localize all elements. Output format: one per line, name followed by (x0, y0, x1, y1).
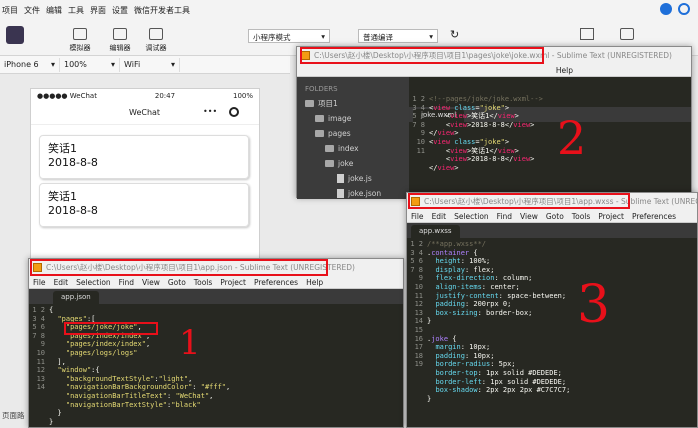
line-gutter: 1 2 3 4 5 6 7 8 9 10 11 (412, 95, 425, 155)
annotation-number: 2 (557, 111, 587, 165)
annotation-number: 1 (179, 323, 201, 363)
menu-edit[interactable]: 编辑 (46, 5, 62, 16)
menu-goto[interactable]: Goto (546, 212, 564, 221)
main-menubar: 项目 文件 编辑 工具 界面 设置 微信开发者工具 (0, 0, 698, 20)
sublime-window-app-wxss: C:\Users\赵小楼\Desktop\小程序项目\项目1\app.wxss … (406, 192, 698, 428)
code-editor-app-wxss[interactable]: 1 2 3 4 5 6 7 8 9 10 11 12 13 14 15 16 1… (407, 238, 697, 403)
tree-folder[interactable]: 项目1 (305, 96, 409, 111)
menu-view[interactable]: View (142, 278, 160, 287)
folder-icon (315, 115, 324, 122)
debug-icon (149, 28, 163, 40)
code-lines: <!--pages/joke/joke.wxml--> <view class=… (429, 95, 543, 172)
joke-card: 笑话1 2018-8-8 (39, 183, 249, 227)
tree-folder[interactable]: joke (305, 156, 409, 171)
menu-preferences[interactable]: Preferences (632, 212, 676, 221)
sublime-window-app-json: C:\Users\赵小楼\Desktop\小程序项目\项目1\app.json … (28, 258, 404, 428)
highlight-box (408, 193, 630, 209)
editor-button[interactable]: 编辑器 (102, 20, 138, 56)
menu-wechat-devtools[interactable]: 微信开发者工具 (134, 5, 190, 16)
line-gutter: 1 2 3 4 5 6 7 8 9 10 11 12 13 14 15 16 1… (410, 240, 423, 369)
tab-app-wxss[interactable]: app.wxss (411, 225, 460, 238)
folder-sidebar: FOLDERS 项目1 image pages index joke joke.… (297, 77, 409, 199)
device-select[interactable]: iPhone 6 ▾ (0, 57, 60, 72)
menu-tools[interactable]: 工具 (68, 5, 84, 16)
menu-file[interactable]: 文件 (24, 5, 40, 16)
tab-bar: app.wxss (407, 223, 697, 238)
menu-tools[interactable]: Tools (572, 212, 590, 221)
menu-edit[interactable]: Edit (432, 212, 447, 221)
window-control-icon[interactable] (678, 3, 690, 15)
tree-file[interactable]: joke.js (305, 171, 409, 186)
highlight-box (30, 259, 328, 276)
code-editor-wxml[interactable]: 1 2 3 4 5 6 7 8 9 10 11 <!--pages/joke/j… (409, 95, 691, 172)
highlight-box (300, 47, 544, 64)
more-icon[interactable]: ••• (203, 107, 217, 116)
nav-title: WeChat (129, 108, 161, 117)
tree-folder[interactable]: image (305, 111, 409, 126)
menu-view[interactable]: View (520, 212, 538, 221)
folders-header: FOLDERS (305, 84, 338, 93)
network-select[interactable]: WiFi ▾ (120, 57, 180, 72)
menu-view[interactable]: 界面 (90, 5, 106, 16)
phone-icon (73, 28, 87, 40)
mode-select[interactable]: 小程序模式 ▾ (248, 29, 330, 43)
menu-file[interactable]: File (33, 278, 46, 287)
menu-help[interactable]: Help (306, 278, 323, 287)
menu-selection[interactable]: Selection (454, 212, 489, 221)
folder-icon (315, 130, 324, 137)
tree-folder[interactable]: pages (305, 126, 409, 141)
tree-file[interactable]: joke.json (305, 186, 409, 201)
joke-date: 2018-8-8 (48, 204, 98, 217)
file-icon (337, 174, 344, 183)
menu-project[interactable]: Project (598, 212, 624, 221)
simulator-button[interactable]: 模拟器 (62, 20, 98, 56)
annotation-number: 3 (577, 275, 611, 335)
user-avatar[interactable] (6, 26, 24, 44)
menu-selection[interactable]: Selection (76, 278, 111, 287)
clock-label: 20:47 (154, 92, 176, 100)
joke-card: 笑话1 2018-8-8 (39, 135, 249, 179)
battery-label: 100% (232, 92, 253, 100)
joke-title: 笑话1 (48, 142, 77, 155)
menu-goto[interactable]: Goto (168, 278, 186, 287)
menu-project[interactable]: 项目 (2, 5, 18, 16)
device-bar: iPhone 6 ▾ 100% ▾ WiFi ▾ (0, 56, 290, 74)
menu-find[interactable]: Find (497, 212, 512, 221)
menu-project[interactable]: Project (220, 278, 246, 287)
compile-select[interactable]: 普通编译 ▾ (358, 29, 438, 43)
tab-bar: app.json (29, 289, 403, 304)
clear-cache-icon[interactable] (620, 28, 634, 40)
line-gutter: 1 2 3 4 5 6 7 8 9 10 11 12 13 14 (32, 306, 45, 392)
menu-preferences[interactable]: Preferences (254, 278, 298, 287)
window-menubar: Help (297, 64, 691, 77)
joke-title: 笑话1 (48, 190, 77, 203)
tab-app-json[interactable]: app.json (53, 291, 99, 304)
code-icon (113, 28, 127, 40)
folder-icon (305, 100, 314, 107)
folder-icon (325, 160, 334, 167)
carrier-label: ●●●●● WeChat (37, 92, 97, 100)
upload-icon[interactable] (580, 28, 594, 40)
app-logo-icon (660, 3, 672, 15)
refresh-icon[interactable]: ↻ (450, 28, 459, 41)
zoom-select[interactable]: 100% ▾ (60, 57, 120, 72)
debugger-button[interactable]: 调试器 (138, 20, 174, 56)
window-menubar: File Edit Selection Find View Goto Tools… (407, 210, 697, 223)
menu-settings[interactable]: 设置 (112, 5, 128, 16)
joke-date: 2018-8-8 (48, 156, 98, 169)
sublime-window-wxml: C:\Users\赵小楼\Desktop\小程序项目\项目1\pages\jok… (296, 46, 692, 199)
tree-folder[interactable]: index (305, 141, 409, 156)
status-label: 页面路 (2, 411, 25, 420)
file-icon (337, 189, 344, 198)
menu-tools[interactable]: Tools (194, 278, 212, 287)
window-menubar: File Edit Selection Find View Goto Tools… (29, 276, 403, 289)
folder-icon (325, 145, 334, 152)
menu-file[interactable]: File (411, 212, 424, 221)
close-capsule-icon[interactable] (229, 107, 239, 117)
menu-find[interactable]: Find (119, 278, 134, 287)
menu-help[interactable]: Help (556, 66, 573, 75)
menu-edit[interactable]: Edit (54, 278, 69, 287)
code-lines: /**app.wxss**/ .container { height: 100%… (427, 240, 571, 403)
highlight-box (64, 322, 158, 335)
